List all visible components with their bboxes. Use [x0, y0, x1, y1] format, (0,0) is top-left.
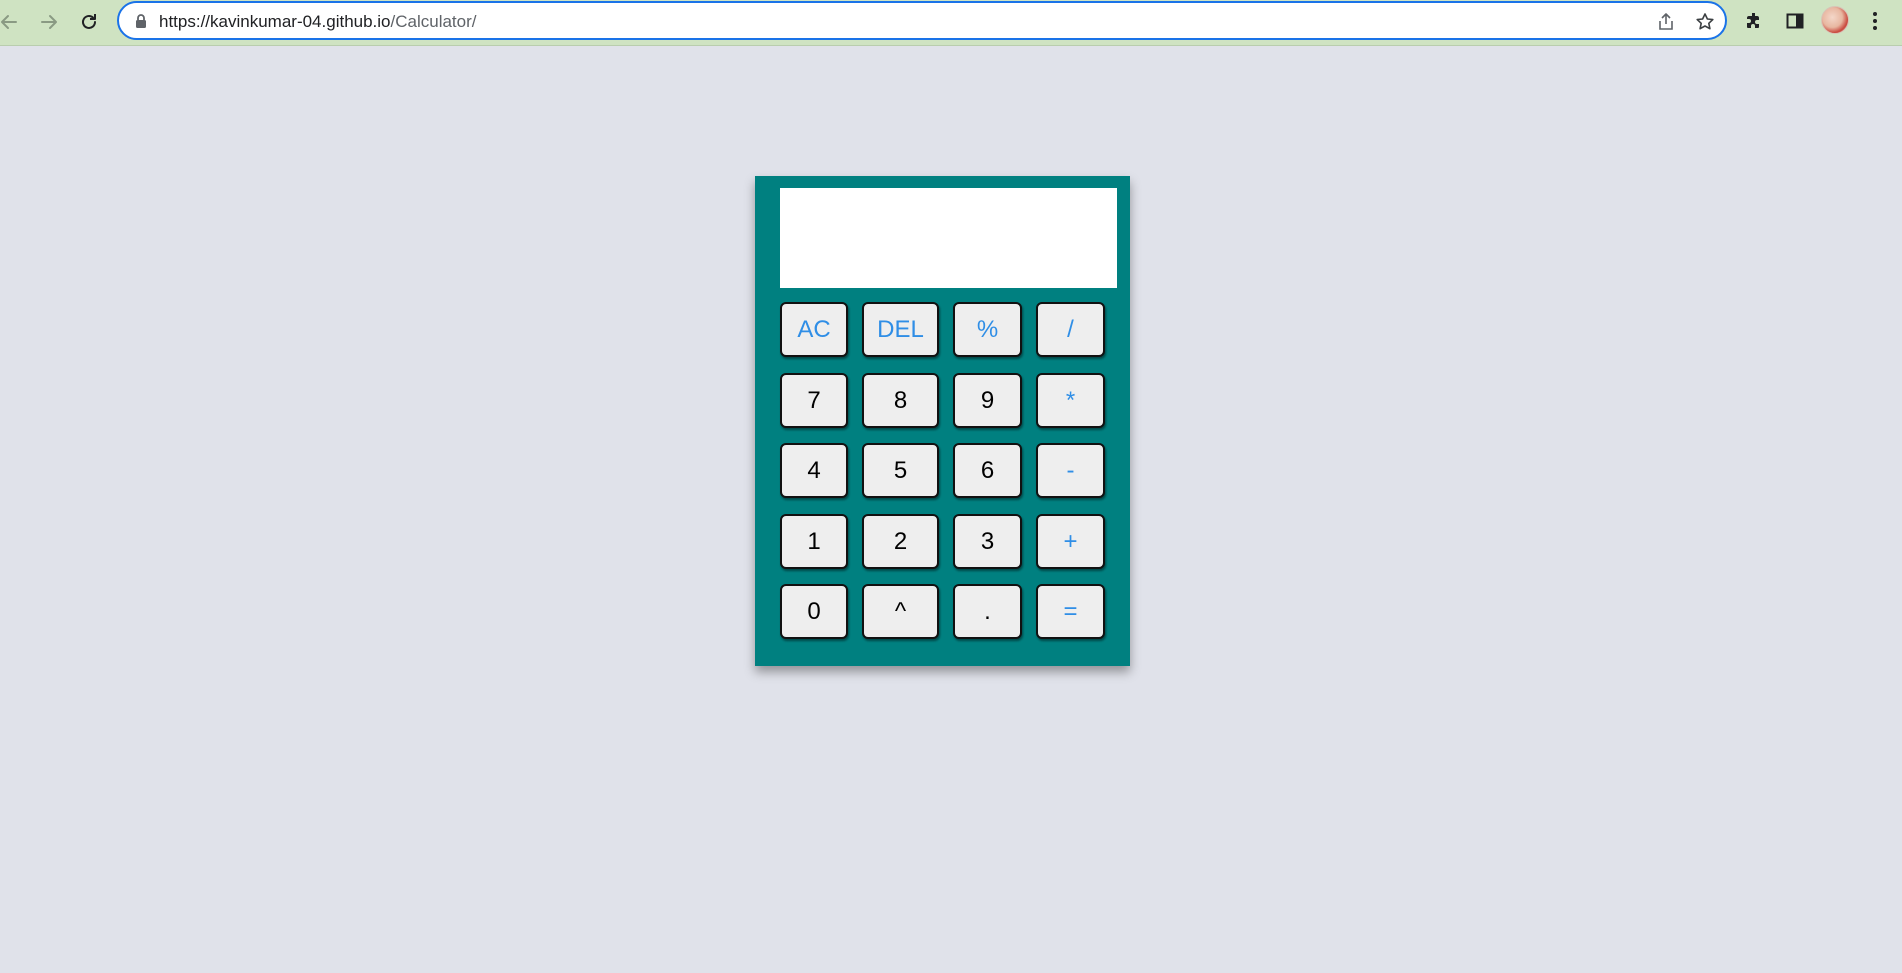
side-panel-icon[interactable] [1782, 8, 1808, 34]
bookmark-star-icon[interactable] [1694, 11, 1716, 33]
browser-toolbar: https://kavinkumar-04.github.io/Calculat… [0, 0, 1902, 46]
share-icon[interactable] [1655, 11, 1677, 33]
divide-button[interactable]: / [1036, 302, 1105, 357]
digit-2-button[interactable]: 2 [862, 514, 939, 569]
digit-9-button[interactable]: 9 [953, 373, 1022, 428]
calculator: AC DEL % / 7 8 9 * 4 5 6 - 1 2 3 + 0 ^ .… [755, 176, 1130, 666]
url-text[interactable]: https://kavinkumar-04.github.io/Calculat… [159, 12, 477, 32]
digit-3-button[interactable]: 3 [953, 514, 1022, 569]
equals-button[interactable]: = [1036, 584, 1105, 639]
subtract-button[interactable]: - [1036, 443, 1105, 498]
lock-icon[interactable] [135, 14, 147, 33]
ac-button[interactable]: AC [780, 302, 848, 357]
back-icon[interactable] [0, 6, 25, 38]
digit-6-button[interactable]: 6 [953, 443, 1022, 498]
multiply-button[interactable]: * [1036, 373, 1105, 428]
url-path: /Calculator/ [390, 12, 477, 31]
digit-1-button[interactable]: 1 [780, 514, 848, 569]
digit-4-button[interactable]: 4 [780, 443, 848, 498]
calculator-display[interactable] [780, 188, 1117, 288]
more-menu-icon[interactable] [1862, 8, 1888, 34]
power-button[interactable]: ^ [862, 584, 939, 639]
extensions-icon[interactable] [1741, 8, 1767, 34]
url-host: https://kavinkumar-04.github.io [159, 12, 391, 31]
percent-button[interactable]: % [953, 302, 1022, 357]
digit-5-button[interactable]: 5 [862, 443, 939, 498]
digit-7-button[interactable]: 7 [780, 373, 848, 428]
decimal-button[interactable]: . [953, 584, 1022, 639]
delete-button[interactable]: DEL [862, 302, 939, 357]
forward-icon[interactable] [33, 6, 65, 38]
reload-icon[interactable] [73, 6, 105, 38]
address-bar[interactable]: https://kavinkumar-04.github.io/Calculat… [117, 1, 1727, 40]
profile-avatar[interactable] [1821, 6, 1849, 34]
digit-8-button[interactable]: 8 [862, 373, 939, 428]
add-button[interactable]: + [1036, 514, 1105, 569]
digit-0-button[interactable]: 0 [780, 584, 848, 639]
